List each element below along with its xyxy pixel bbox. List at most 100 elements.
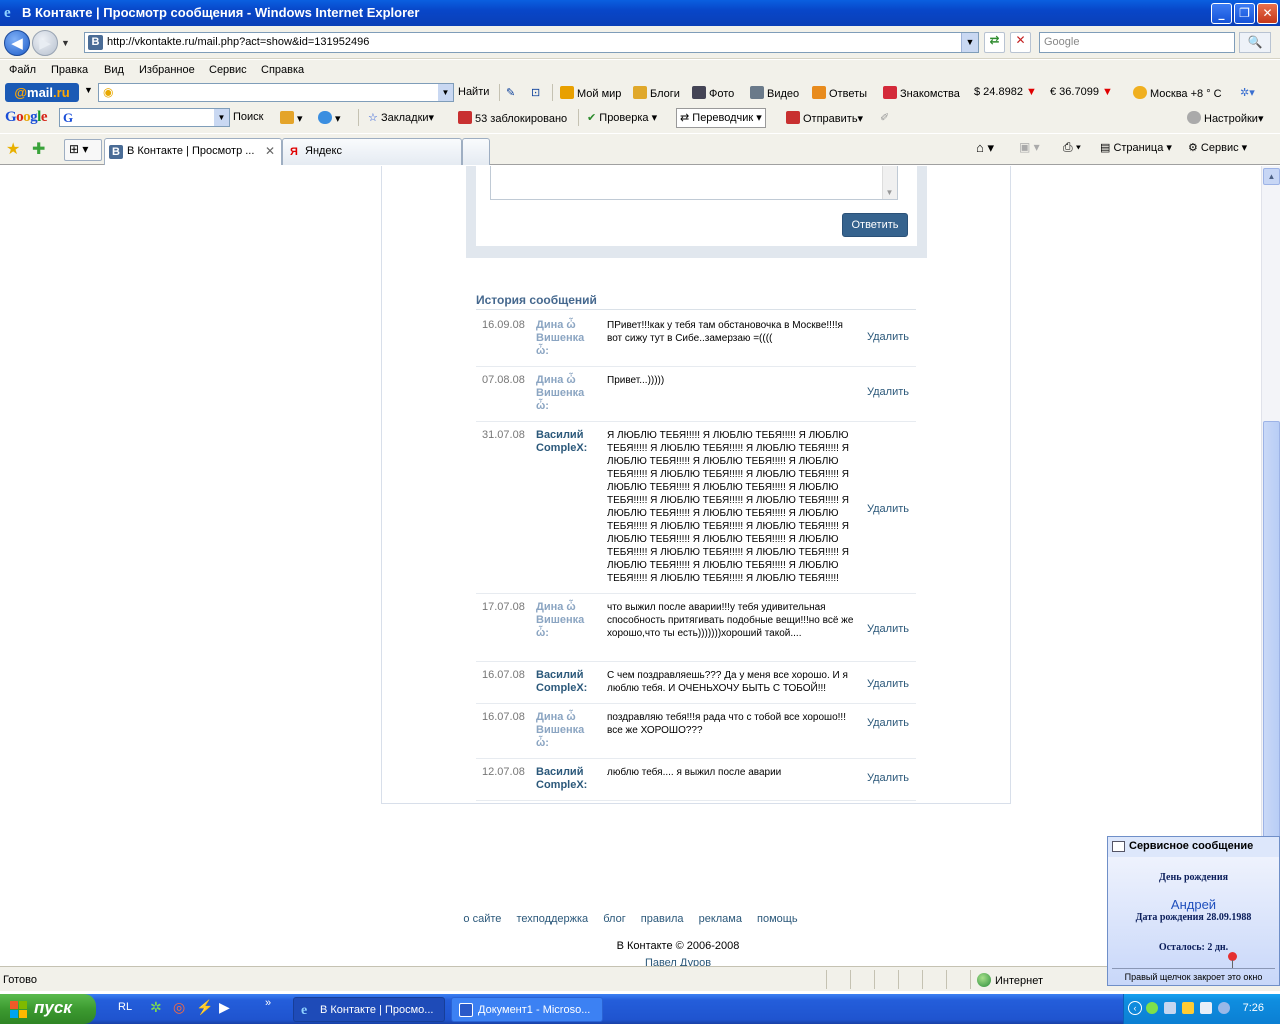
tray-network-icon[interactable] <box>1164 1002 1176 1014</box>
print-icon[interactable]: ⎙ ▾ <box>1063 140 1081 155</box>
message-author[interactable]: Дина ὦ Вишенка ὦ: <box>536 319 598 358</box>
footer-link-support[interactable]: техподдержка <box>516 913 588 925</box>
menu-view[interactable]: Вид <box>104 64 124 76</box>
message-author[interactable]: Василий CompleX: <box>536 429 598 455</box>
mailru-menu-dropdown-icon[interactable]: ▼ <box>84 85 93 95</box>
message-author[interactable]: Василий CompleX: <box>536 766 598 792</box>
address-dropdown-icon[interactable]: ▼ <box>961 33 978 52</box>
eur-rate[interactable]: € 36.7099 ▼ <box>1050 86 1113 98</box>
google-chat-icon[interactable]: ▾ <box>318 111 341 125</box>
menu-tools[interactable]: Сервис <box>209 64 247 76</box>
mailru-settings-icon[interactable]: ✲▾ <box>1240 86 1255 99</box>
new-tab-button[interactable] <box>462 138 490 165</box>
eraser-icon[interactable]: ✐ <box>880 111 889 124</box>
tray-security-icon[interactable] <box>1182 1002 1194 1014</box>
mailru-dating-link[interactable]: Знакомства <box>883 86 960 100</box>
mailru-photo-link[interactable]: Фото <box>692 86 734 100</box>
usd-rate[interactable]: $ 24.8982 ▼ <box>974 86 1037 98</box>
tray-volume-icon[interactable] <box>1200 1002 1212 1014</box>
footer-link-rules[interactable]: правила <box>641 913 684 925</box>
close-window-button[interactable]: ✕ <box>1257 3 1278 24</box>
address-bar[interactable]: B http://vkontakte.ru/mail.php?act=show&… <box>84 32 979 53</box>
mailru-myworld-link[interactable]: Мой мир <box>560 86 621 100</box>
opera-icon[interactable]: ◎ <box>173 999 185 1016</box>
mailru-search-input[interactable]: ◉ ▼ <box>98 83 454 102</box>
mailru-find-button[interactable]: Найти <box>458 86 489 98</box>
delete-message-link[interactable]: Удалить <box>867 678 909 690</box>
message-author[interactable]: Дина ὦ Вишенка ὦ: <box>536 601 598 640</box>
delete-message-link[interactable]: Удалить <box>867 331 909 343</box>
mailru-blogs-link[interactable]: Блоги <box>633 86 680 100</box>
google-logo[interactable]: Google <box>5 109 48 126</box>
minimize-button[interactable]: _ <box>1211 3 1232 24</box>
maximize-button[interactable]: ❐ <box>1234 3 1255 24</box>
tray-mailru-icon[interactable] <box>1218 1002 1230 1014</box>
send-to-button[interactable]: Отправить▾ <box>786 111 863 125</box>
security-zone[interactable]: Интернет <box>977 973 1043 987</box>
task-ie[interactable]: e В Контакте | Просмо... <box>293 997 445 1022</box>
google-settings-button[interactable]: Настройки▾ <box>1187 111 1263 125</box>
mailru-logo[interactable]: @mail.ru <box>5 83 79 102</box>
page-search-icon[interactable]: ⊡ <box>531 86 540 99</box>
tab-vkontakte[interactable]: B В Контакте | Просмотр ... ✕ <box>104 138 282 165</box>
forward-button[interactable]: ▶ <box>32 30 58 56</box>
history-dropdown-icon[interactable]: ▼ <box>61 38 70 48</box>
stop-icon[interactable]: ✕ <box>1010 32 1031 53</box>
home-icon[interactable]: ⌂ ▾ <box>976 140 994 156</box>
message-author[interactable]: Дина ὦ Вишенка ὦ: <box>536 711 598 750</box>
tab-yandex[interactable]: Я Яндекс <box>282 138 462 165</box>
delete-message-link[interactable]: Удалить <box>867 717 909 729</box>
search-go-button[interactable]: 🔍 <box>1239 32 1271 53</box>
task-word[interactable]: Документ1 - Microso... <box>451 997 603 1022</box>
delete-message-link[interactable]: Удалить <box>867 623 909 635</box>
tray-expand-icon[interactable]: ‹ <box>1128 1001 1142 1015</box>
add-favorites-icon[interactable]: ✚ <box>32 139 45 159</box>
back-button[interactable]: ◀ <box>4 30 30 56</box>
delete-message-link[interactable]: Удалить <box>867 386 909 398</box>
winamp-icon[interactable]: ⚡ <box>196 999 213 1016</box>
google-search-dropdown-icon[interactable]: ▼ <box>214 109 229 126</box>
footer-link-help[interactable]: помощь <box>757 913 798 925</box>
language-indicator[interactable]: RL <box>118 1001 132 1013</box>
footer-link-blog[interactable]: блог <box>603 913 625 925</box>
refresh-icon[interactable]: ⇄ <box>984 32 1005 53</box>
menu-edit[interactable]: Правка <box>51 64 88 76</box>
favorites-star-icon[interactable]: ★ <box>6 139 20 159</box>
feeds-icon[interactable]: ▣ ▾ <box>1019 140 1040 154</box>
mailru-search-dropdown-icon[interactable]: ▼ <box>438 84 453 101</box>
delete-message-link[interactable]: Удалить <box>867 772 909 784</box>
media-player-icon[interactable]: ▶ <box>219 999 230 1016</box>
quick-tabs-button[interactable]: ⊞ ▾ <box>64 139 102 161</box>
textarea-scrollbar[interactable]: ▼ <box>882 166 897 199</box>
delete-message-link[interactable]: Удалить <box>867 503 909 515</box>
reply-textarea[interactable]: ▼ <box>490 166 898 200</box>
footer-link-ads[interactable]: реклама <box>699 913 742 925</box>
search-input[interactable]: Google <box>1039 32 1235 53</box>
highlight-icon[interactable]: ✎ <box>506 86 515 99</box>
bookmarks-button[interactable]: ☆ Закладки▾ <box>368 111 434 124</box>
page-menu-button[interactable]: ▤ Страница ▾ <box>1100 141 1172 154</box>
menu-favorites[interactable]: Избранное <box>139 64 195 76</box>
address-url[interactable]: http://vkontakte.ru/mail.php?act=show&id… <box>107 36 369 48</box>
start-button[interactable]: пуск <box>0 994 96 1024</box>
tools-menu-button[interactable]: ⚙ Сервис ▾ <box>1188 141 1247 154</box>
icq-icon[interactable]: ✲ <box>150 999 162 1016</box>
quicklaunch-more-icon[interactable]: » <box>265 997 271 1009</box>
weather-widget[interactable]: Москва +8 ° C <box>1133 86 1222 100</box>
footer-link-about[interactable]: о сайте <box>463 913 501 925</box>
popup-name[interactable]: Андрей <box>1108 897 1279 912</box>
message-author[interactable]: Дина ὦ Вишенка ὦ: <box>536 374 598 413</box>
google-news-icon[interactable]: ▾ <box>280 111 303 125</box>
translate-button[interactable]: ⇄ Переводчик ▾ <box>676 108 766 128</box>
author-link[interactable]: Павел Дуров <box>0 957 1261 966</box>
popup-blocker-button[interactable]: 53 заблокировано <box>458 111 567 125</box>
google-search-input[interactable]: G ▼ <box>59 108 230 127</box>
close-tab-icon[interactable]: ✕ <box>265 144 275 158</box>
mailru-answers-link[interactable]: Ответы <box>812 86 867 100</box>
notification-popup[interactable]: Сервисное сообщение День рождения Андрей… <box>1107 836 1280 986</box>
menu-file[interactable]: Файл <box>9 64 36 76</box>
reply-button[interactable]: Ответить <box>842 213 908 237</box>
google-search-button[interactable]: Поиск <box>233 111 263 123</box>
scroll-up-icon[interactable]: ▲ <box>1263 168 1280 185</box>
mailru-video-link[interactable]: Видео <box>750 86 799 100</box>
